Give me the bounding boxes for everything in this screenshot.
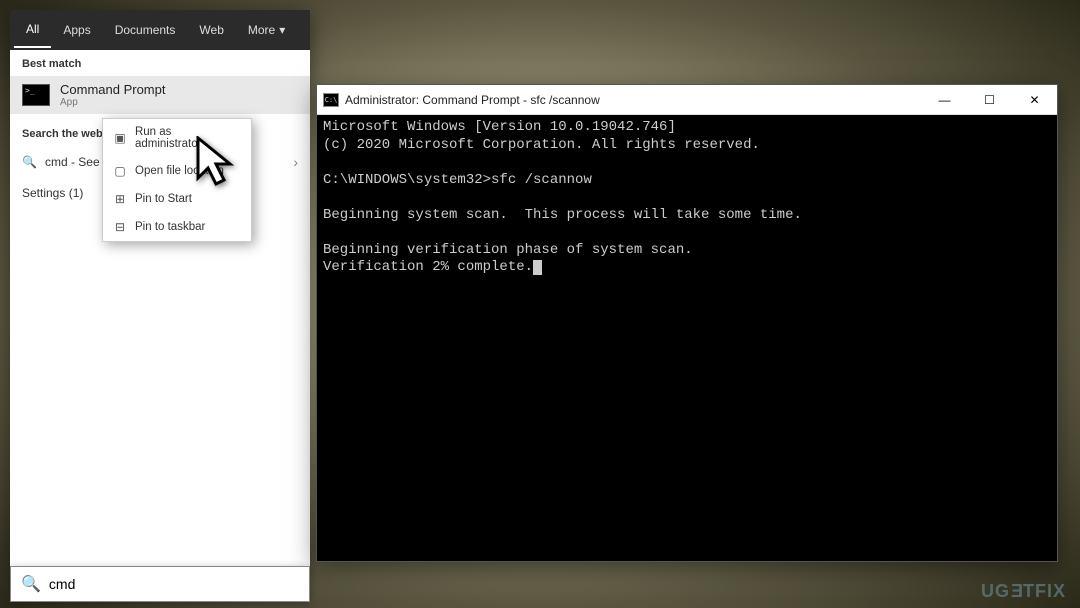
taskbar-search-box[interactable]: 🔍 bbox=[10, 566, 310, 602]
chevron-down-icon: ▾ bbox=[279, 23, 285, 37]
pin-taskbar-icon: ⊟ bbox=[113, 220, 127, 234]
command-prompt-icon bbox=[22, 84, 50, 106]
cmd-title-icon: C:\ bbox=[323, 93, 339, 107]
terminal-line: Beginning verification phase of system s… bbox=[323, 242, 693, 258]
watermark-logo: UGETFIX bbox=[981, 581, 1066, 602]
shield-icon: ▣ bbox=[113, 131, 127, 145]
tab-web[interactable]: Web bbox=[187, 13, 235, 47]
tab-documents[interactable]: Documents bbox=[103, 13, 188, 47]
best-match-header: Best match bbox=[10, 50, 310, 76]
maximize-button[interactable]: ☐ bbox=[967, 85, 1012, 115]
tab-all[interactable]: All bbox=[14, 12, 51, 48]
ctx-pin-taskbar-label: Pin to taskbar bbox=[135, 221, 205, 233]
pin-start-icon: ⊞ bbox=[113, 192, 127, 206]
best-match-subtitle: App bbox=[60, 97, 165, 108]
ctx-pin-start-label: Pin to Start bbox=[135, 193, 192, 205]
terminal-line: Microsoft Windows [Version 10.0.19042.74… bbox=[323, 119, 676, 135]
close-button[interactable]: ✕ bbox=[1012, 85, 1057, 115]
text-cursor bbox=[533, 260, 542, 275]
start-search-panel: All Apps Documents Web More ▾ Best match… bbox=[10, 10, 310, 566]
ctx-pin-to-taskbar[interactable]: ⊟ Pin to taskbar bbox=[103, 213, 251, 241]
command-prompt-window: C:\ Administrator: Command Prompt - sfc … bbox=[316, 84, 1058, 562]
mouse-cursor-icon bbox=[194, 136, 242, 196]
best-match-title: Command Prompt bbox=[60, 82, 165, 97]
title-bar[interactable]: C:\ Administrator: Command Prompt - sfc … bbox=[317, 85, 1057, 115]
window-controls: — ☐ ✕ bbox=[922, 85, 1057, 115]
terminal-output[interactable]: Microsoft Windows [Version 10.0.19042.74… bbox=[317, 115, 1057, 561]
search-input[interactable] bbox=[49, 576, 299, 592]
terminal-line: (c) 2020 Microsoft Corporation. All righ… bbox=[323, 137, 760, 153]
best-match-item[interactable]: Command Prompt App bbox=[10, 76, 310, 114]
tab-apps[interactable]: Apps bbox=[51, 13, 102, 47]
search-icon: 🔍 bbox=[21, 574, 41, 594]
search-tabs: All Apps Documents Web More ▾ bbox=[10, 10, 310, 50]
tab-more-label: More bbox=[248, 23, 275, 37]
folder-icon: ▢ bbox=[113, 164, 127, 178]
terminal-line: C:\WINDOWS\system32>sfc /scannow bbox=[323, 172, 592, 188]
tab-more[interactable]: More ▾ bbox=[236, 13, 297, 47]
minimize-button[interactable]: — bbox=[922, 85, 967, 115]
search-icon: 🔍 bbox=[22, 155, 37, 169]
chevron-right-icon: › bbox=[293, 154, 298, 170]
terminal-line: Verification 2% complete. bbox=[323, 259, 533, 275]
window-title: Administrator: Command Prompt - sfc /sca… bbox=[345, 93, 600, 107]
terminal-line: Beginning system scan. This process will… bbox=[323, 207, 802, 223]
